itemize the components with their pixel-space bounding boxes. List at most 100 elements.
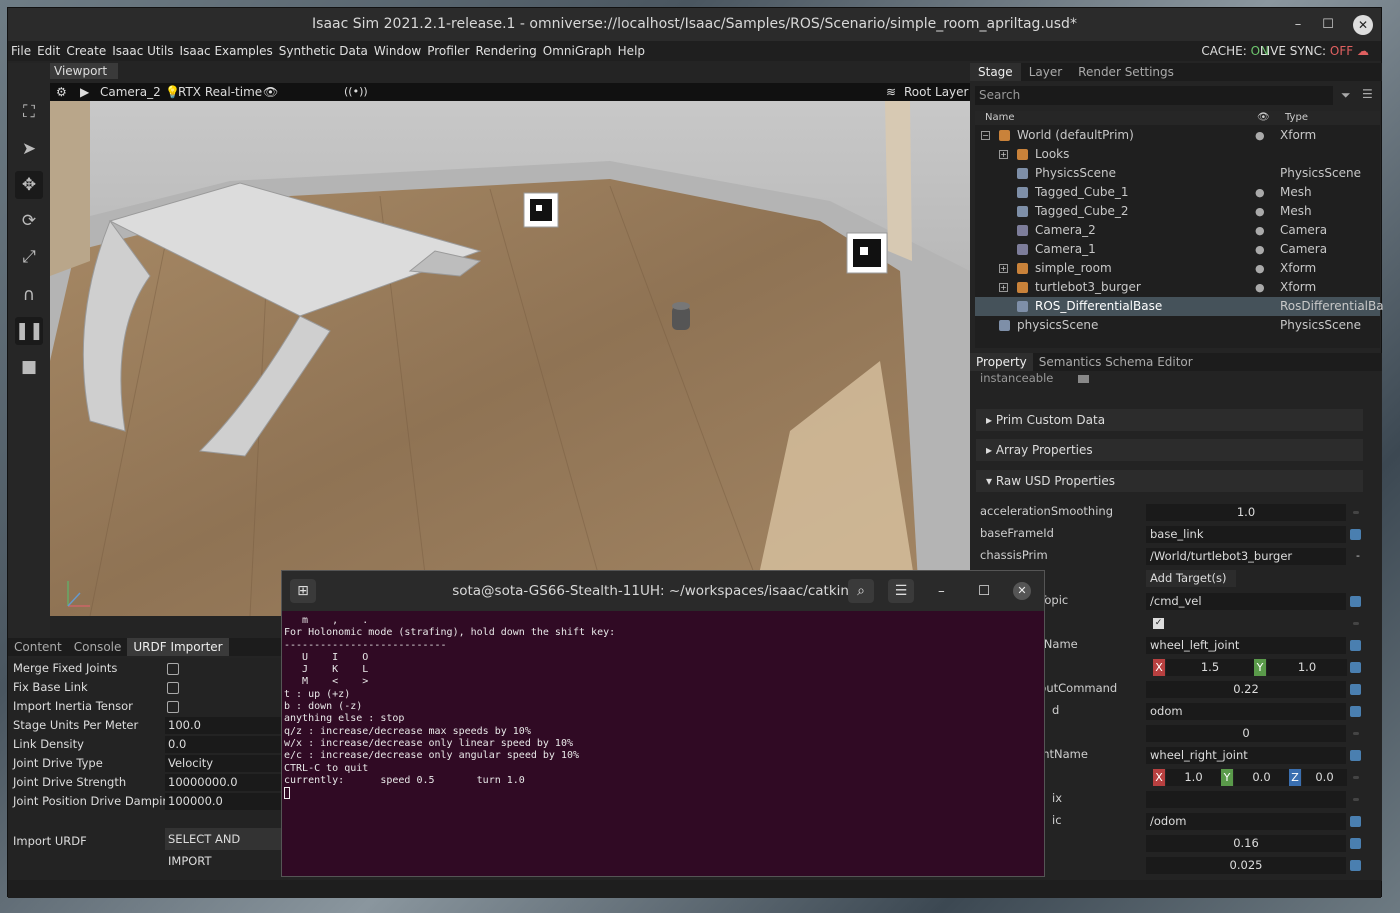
snap-icon[interactable]: ∩ <box>15 281 43 309</box>
expand-icon[interactable]: + <box>999 283 1008 292</box>
maximize-button[interactable]: ☐ <box>1313 8 1343 41</box>
vec1-x-field[interactable]: 1.5 <box>1166 659 1254 676</box>
add-targets-button[interactable]: Add Target(s) <box>1146 570 1236 587</box>
tab-property[interactable]: Property <box>970 353 1033 371</box>
menu-help[interactable]: Help <box>615 41 648 61</box>
eye-icon[interactable]: ● <box>1255 240 1265 259</box>
stop-icon[interactable]: ■ <box>15 353 43 381</box>
search-icon[interactable]: ⌕ <box>848 579 874 603</box>
wheel-radius-field[interactable]: 0.025 <box>1146 857 1346 874</box>
tree-row-selected[interactable]: ROS_DifferentialBase RosDifferentialBa <box>975 297 1384 316</box>
chassis-prim-field[interactable]: /World/turtlebot3_burger <box>1146 548 1346 565</box>
stream-icon[interactable]: ((•)) <box>344 83 368 101</box>
joint-drive-type-select[interactable]: Velocity <box>165 755 285 772</box>
tree-row[interactable]: − World (defaultPrim) ● Xform <box>975 126 1380 145</box>
root-layer-label[interactable]: Root Layer <box>904 83 968 101</box>
vec2-y-field[interactable]: 0.0 <box>1234 769 1289 786</box>
stage-units-field[interactable]: 100.0 <box>165 717 285 734</box>
timeout-field[interactable]: 0.22 <box>1146 681 1346 698</box>
settings-icon[interactable]: ⚙ <box>56 83 67 101</box>
link-density-field[interactable]: 0.0 <box>165 736 285 753</box>
remove-icon[interactable]: - <box>1356 549 1360 562</box>
camera-icon[interactable]: ▶ <box>80 83 89 101</box>
tree-row[interactable]: + simple_room ● Xform <box>975 259 1380 278</box>
instanceable-checkbox[interactable] <box>1078 375 1089 383</box>
tab-console[interactable]: Console <box>68 638 128 656</box>
right-joint-name-field[interactable]: wheel_right_joint <box>1146 747 1346 764</box>
expand-icon[interactable]: + <box>999 150 1008 159</box>
prefix-field[interactable] <box>1146 791 1346 808</box>
menu-edit[interactable]: Edit <box>34 41 63 61</box>
viewport-tab[interactable]: Viewport <box>50 63 118 79</box>
tree-row[interactable]: Camera_1 ● Camera <box>975 240 1380 259</box>
terminal-close-button[interactable]: ✕ <box>1013 582 1031 600</box>
select-icon[interactable]: ➤ <box>15 135 43 163</box>
scale-icon[interactable]: ⤢ <box>15 243 43 271</box>
filter-icon[interactable]: ⏷ <box>1341 88 1351 103</box>
tab-content[interactable]: Content <box>8 638 68 656</box>
move-icon[interactable]: ✥ <box>15 171 43 199</box>
menu-profiler[interactable]: Profiler <box>424 41 472 61</box>
terminal-maximize-button[interactable]: ☐ <box>978 571 990 611</box>
section-raw-usd-properties[interactable]: ▾ Raw USD Properties <box>976 470 1363 492</box>
new-tab-icon[interactable]: ⊞ <box>290 579 316 603</box>
tree-row[interactable]: Camera_2 ● Camera <box>975 221 1380 240</box>
tab-urdf-importer[interactable]: URDF Importer <box>127 638 229 656</box>
accel-smoothing-field[interactable]: 1.0 <box>1146 504 1346 521</box>
rotate-icon[interactable]: ⟳ <box>15 207 43 235</box>
render-mode-selector[interactable]: RTX Real-time <box>178 83 262 101</box>
wheel-base-field[interactable]: 0.16 <box>1146 835 1346 852</box>
vec1-y-field[interactable]: 1.0 <box>1267 659 1347 676</box>
eye-icon[interactable]: ● <box>1255 221 1265 240</box>
vec2-z-field[interactable]: 0.0 <box>1302 769 1347 786</box>
camera-selector[interactable]: Camera_2 <box>100 83 161 101</box>
tab-semantics-schema-editor[interactable]: Semantics Schema Editor <box>1033 353 1199 371</box>
terminal-minimize-button[interactable]: – <box>938 571 945 611</box>
tree-row[interactable]: + turtlebot3_burger ● Xform <box>975 278 1380 297</box>
menu-create[interactable]: Create <box>63 41 109 61</box>
tab-render-settings[interactable]: Render Settings <box>1070 63 1182 81</box>
merge-fixed-joints-checkbox[interactable] <box>167 663 179 675</box>
close-button[interactable]: ✕ <box>1353 15 1373 35</box>
left-joint-name-field[interactable]: wheel_left_joint <box>1146 637 1346 654</box>
eye-icon[interactable]: ● <box>1255 202 1265 221</box>
menu-window[interactable]: Window <box>371 41 424 61</box>
eye-icon[interactable]: ● <box>1255 278 1265 297</box>
menu-isaac-utils[interactable]: Isaac Utils <box>109 41 176 61</box>
joint-drive-strength-field[interactable]: 10000000.0 <box>165 774 285 791</box>
odom-topic-field[interactable]: /odom <box>1146 813 1346 830</box>
menu-rendering[interactable]: Rendering <box>472 41 539 61</box>
tree-row[interactable]: physicsScene PhysicsScene <box>975 316 1380 335</box>
import-inertia-checkbox[interactable] <box>167 701 179 713</box>
eye-icon[interactable]: ● <box>1255 183 1265 202</box>
section-prim-custom-data[interactable]: ▸ Prim Custom Data <box>976 409 1363 431</box>
menu-omnigraph[interactable]: OmniGraph <box>540 41 615 61</box>
collapse-icon[interactable]: − <box>981 131 990 140</box>
tab-stage[interactable]: Stage <box>970 63 1021 81</box>
queue-size-field[interactable]: 0 <box>1146 725 1346 742</box>
minimize-button[interactable]: – <box>1283 8 1313 41</box>
vec2-x-field[interactable]: 1.0 <box>1166 769 1221 786</box>
tree-row[interactable]: Tagged_Cube_1 ● Mesh <box>975 183 1380 202</box>
eye-icon[interactable]: ● <box>1255 259 1265 278</box>
tree-row[interactable]: + Looks <box>975 145 1380 164</box>
frame-icon[interactable]: ⛶ <box>15 98 43 126</box>
odom-frame-field[interactable]: odom <box>1146 703 1346 720</box>
tree-row[interactable]: PhysicsScene PhysicsScene <box>975 164 1380 183</box>
cmd-vel-topic-field[interactable]: /cmd_vel <box>1146 593 1346 610</box>
section-array-properties[interactable]: ▸ Array Properties <box>976 439 1363 461</box>
base-frame-id-field[interactable]: base_link <box>1146 526 1346 543</box>
pause-icon[interactable]: ❚❚ <box>15 317 44 345</box>
menu-file[interactable]: File <box>8 41 34 61</box>
visibility-icon[interactable]: 👁 <box>263 83 278 101</box>
menu-isaac-examples[interactable]: Isaac Examples <box>177 41 276 61</box>
menu-icon[interactable]: ☰ <box>888 579 914 603</box>
expand-icon[interactable]: + <box>999 264 1008 273</box>
terminal-window[interactable]: ⊞ sota@sota-GS66-Stealth-11UH: ~/workspa… <box>281 570 1045 877</box>
tree-row[interactable]: Tagged_Cube_2 ● Mesh <box>975 202 1380 221</box>
joint-pos-damping-field[interactable]: 100000.0 <box>165 793 285 810</box>
enabled-checkbox[interactable]: ✓ <box>1153 618 1164 629</box>
fix-base-link-checkbox[interactable] <box>167 682 179 694</box>
eye-icon[interactable]: ● <box>1255 126 1265 145</box>
tab-layer[interactable]: Layer <box>1021 63 1070 81</box>
